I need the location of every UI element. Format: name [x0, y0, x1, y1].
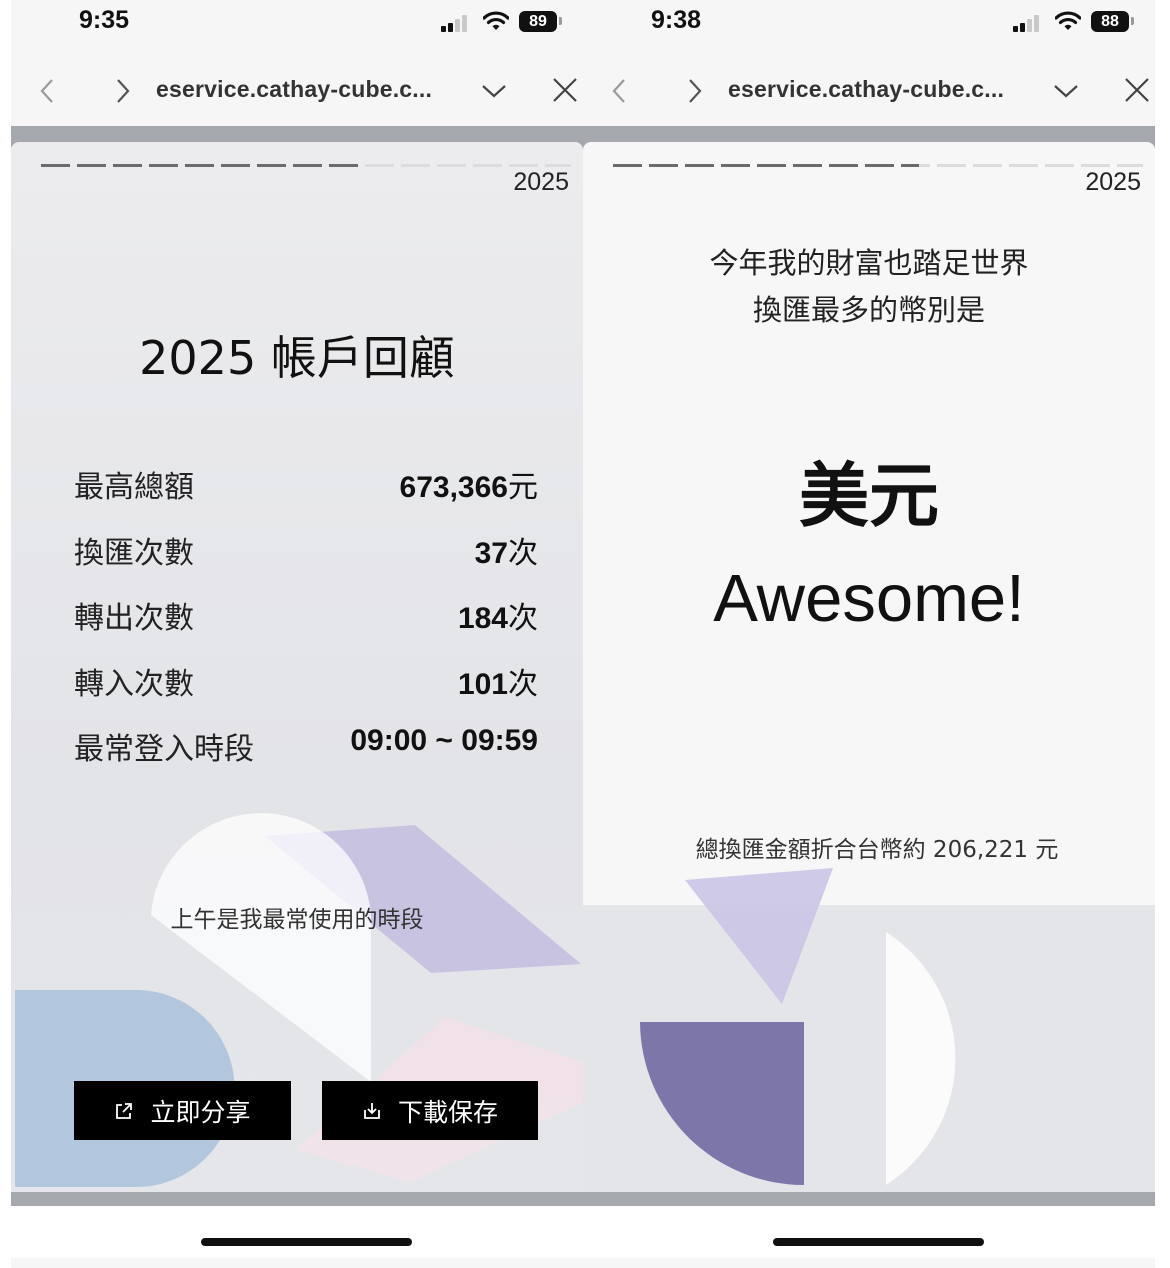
save-button-label: 下載保存 [397, 1097, 498, 1127]
stat-value: 101次 [457, 667, 538, 701]
bottom-bar [583, 1206, 1155, 1258]
right-phone-screen: 9:38 88 eservice.cathay-cube.c... 2025 今… [583, 0, 1155, 1268]
signal-icon [441, 14, 473, 32]
currency-result: 美元 [799, 455, 939, 537]
stat-value: 184次 [457, 602, 538, 635]
stats-list: 最高總額 673,366元 換匯次數 37次 轉出次數 184次 轉入次數 10… [74, 460, 538, 788]
status-bar: 9:35 89 [11, 0, 583, 48]
chevron-down-icon[interactable] [479, 76, 509, 106]
story-progress [613, 164, 1143, 167]
share-button[interactable]: 立即分享 [74, 1081, 291, 1140]
url-bar[interactable]: eservice.cathay-cube.c... [728, 76, 1004, 103]
battery-icon: 89 [519, 11, 557, 32]
forward-icon[interactable] [679, 76, 709, 106]
battery-tip [559, 17, 562, 25]
back-icon[interactable] [33, 76, 63, 106]
fx-total-text: 總換匯金額折合台幣約 206,221 元 [695, 837, 1059, 863]
signal-icon [1013, 14, 1045, 32]
review-card: 2025 2025 帳戶回顧 最高總額 673,366元 換匯次數 37次 轉出… [11, 142, 583, 1192]
status-time: 9:35 [79, 6, 130, 34]
stat-label: 最常登入時段 [74, 732, 254, 767]
stat-label: 轉入次數 [74, 666, 194, 702]
currency-card: 2025 今年我的財富也踏足世界 換匯最多的幣別是 美元 Awesome! 總換… [583, 142, 1155, 1192]
download-icon [364, 1102, 380, 1119]
save-button[interactable]: 下載保存 [322, 1081, 538, 1140]
stat-row-transfer-out: 轉出次數 184次 [74, 591, 538, 657]
stat-value: 09:00 ~ 09:59 [350, 724, 538, 757]
stat-label: 轉出次數 [74, 601, 194, 636]
status-time: 9:38 [651, 6, 702, 34]
wifi-icon [1055, 11, 1081, 30]
stat-label: 換匯次數 [74, 535, 194, 571]
question-text: 今年我的財富也踏足世界 換匯最多的幣別是 [583, 240, 1155, 334]
web-view: 2025 今年我的財富也踏足世界 換匯最多的幣別是 美元 Awesome! 總換… [583, 126, 1155, 1206]
back-icon[interactable] [605, 76, 635, 106]
url-bar[interactable]: eservice.cathay-cube.c... [156, 76, 432, 103]
story-progress [41, 164, 571, 167]
chevron-down-icon[interactable] [1051, 76, 1081, 106]
question-line-1: 今年我的財富也踏足世界 [709, 246, 1029, 280]
battery-icon: 88 [1091, 11, 1129, 32]
stat-row-fx-count: 換匯次數 37次 [74, 526, 538, 592]
web-view: 2025 2025 帳戶回顧 最高總額 673,366元 換匯次數 37次 轉出… [11, 126, 583, 1206]
browser-bar: eservice.cathay-cube.c... [11, 56, 583, 126]
year-label: 2025 [1085, 168, 1141, 196]
forward-icon[interactable] [107, 76, 137, 106]
lower-band [583, 905, 1155, 1192]
page-title: 2025 帳戶回顧 [139, 331, 455, 385]
stat-row-max-total: 最高總額 673,366元 [74, 460, 538, 526]
stat-row-login-time: 最常登入時段 09:00 ~ 09:59 [74, 722, 538, 788]
share-icon [116, 1102, 133, 1119]
wifi-icon [483, 11, 509, 30]
share-button-label: 立即分享 [150, 1097, 251, 1127]
stat-value: 37次 [474, 536, 538, 570]
stat-value: 673,366元 [399, 471, 538, 504]
question-line-2: 換匯最多的幣別是 [752, 293, 985, 327]
status-bar: 9:38 88 [583, 0, 1155, 48]
year-label: 2025 [513, 168, 569, 196]
left-phone-screen: 9:35 89 eservice.cathay-cube.c... 2025 2… [11, 0, 583, 1268]
lavender-parallelogram [265, 825, 581, 973]
home-indicator[interactable] [773, 1238, 984, 1246]
awesome-text: Awesome! [713, 561, 1025, 636]
browser-bar: eservice.cathay-cube.c... [583, 56, 1155, 126]
stat-row-transfer-in: 轉入次數 101次 [74, 657, 538, 723]
stat-label: 最高總額 [74, 470, 194, 505]
time-caption: 上午是我最常使用的時段 [170, 907, 424, 933]
home-indicator[interactable] [201, 1238, 412, 1246]
white-semicircle-shape [151, 813, 372, 1082]
bottom-bar [11, 1206, 583, 1258]
close-icon[interactable] [1121, 74, 1153, 106]
battery-tip [1131, 17, 1134, 25]
close-icon[interactable] [549, 74, 581, 106]
